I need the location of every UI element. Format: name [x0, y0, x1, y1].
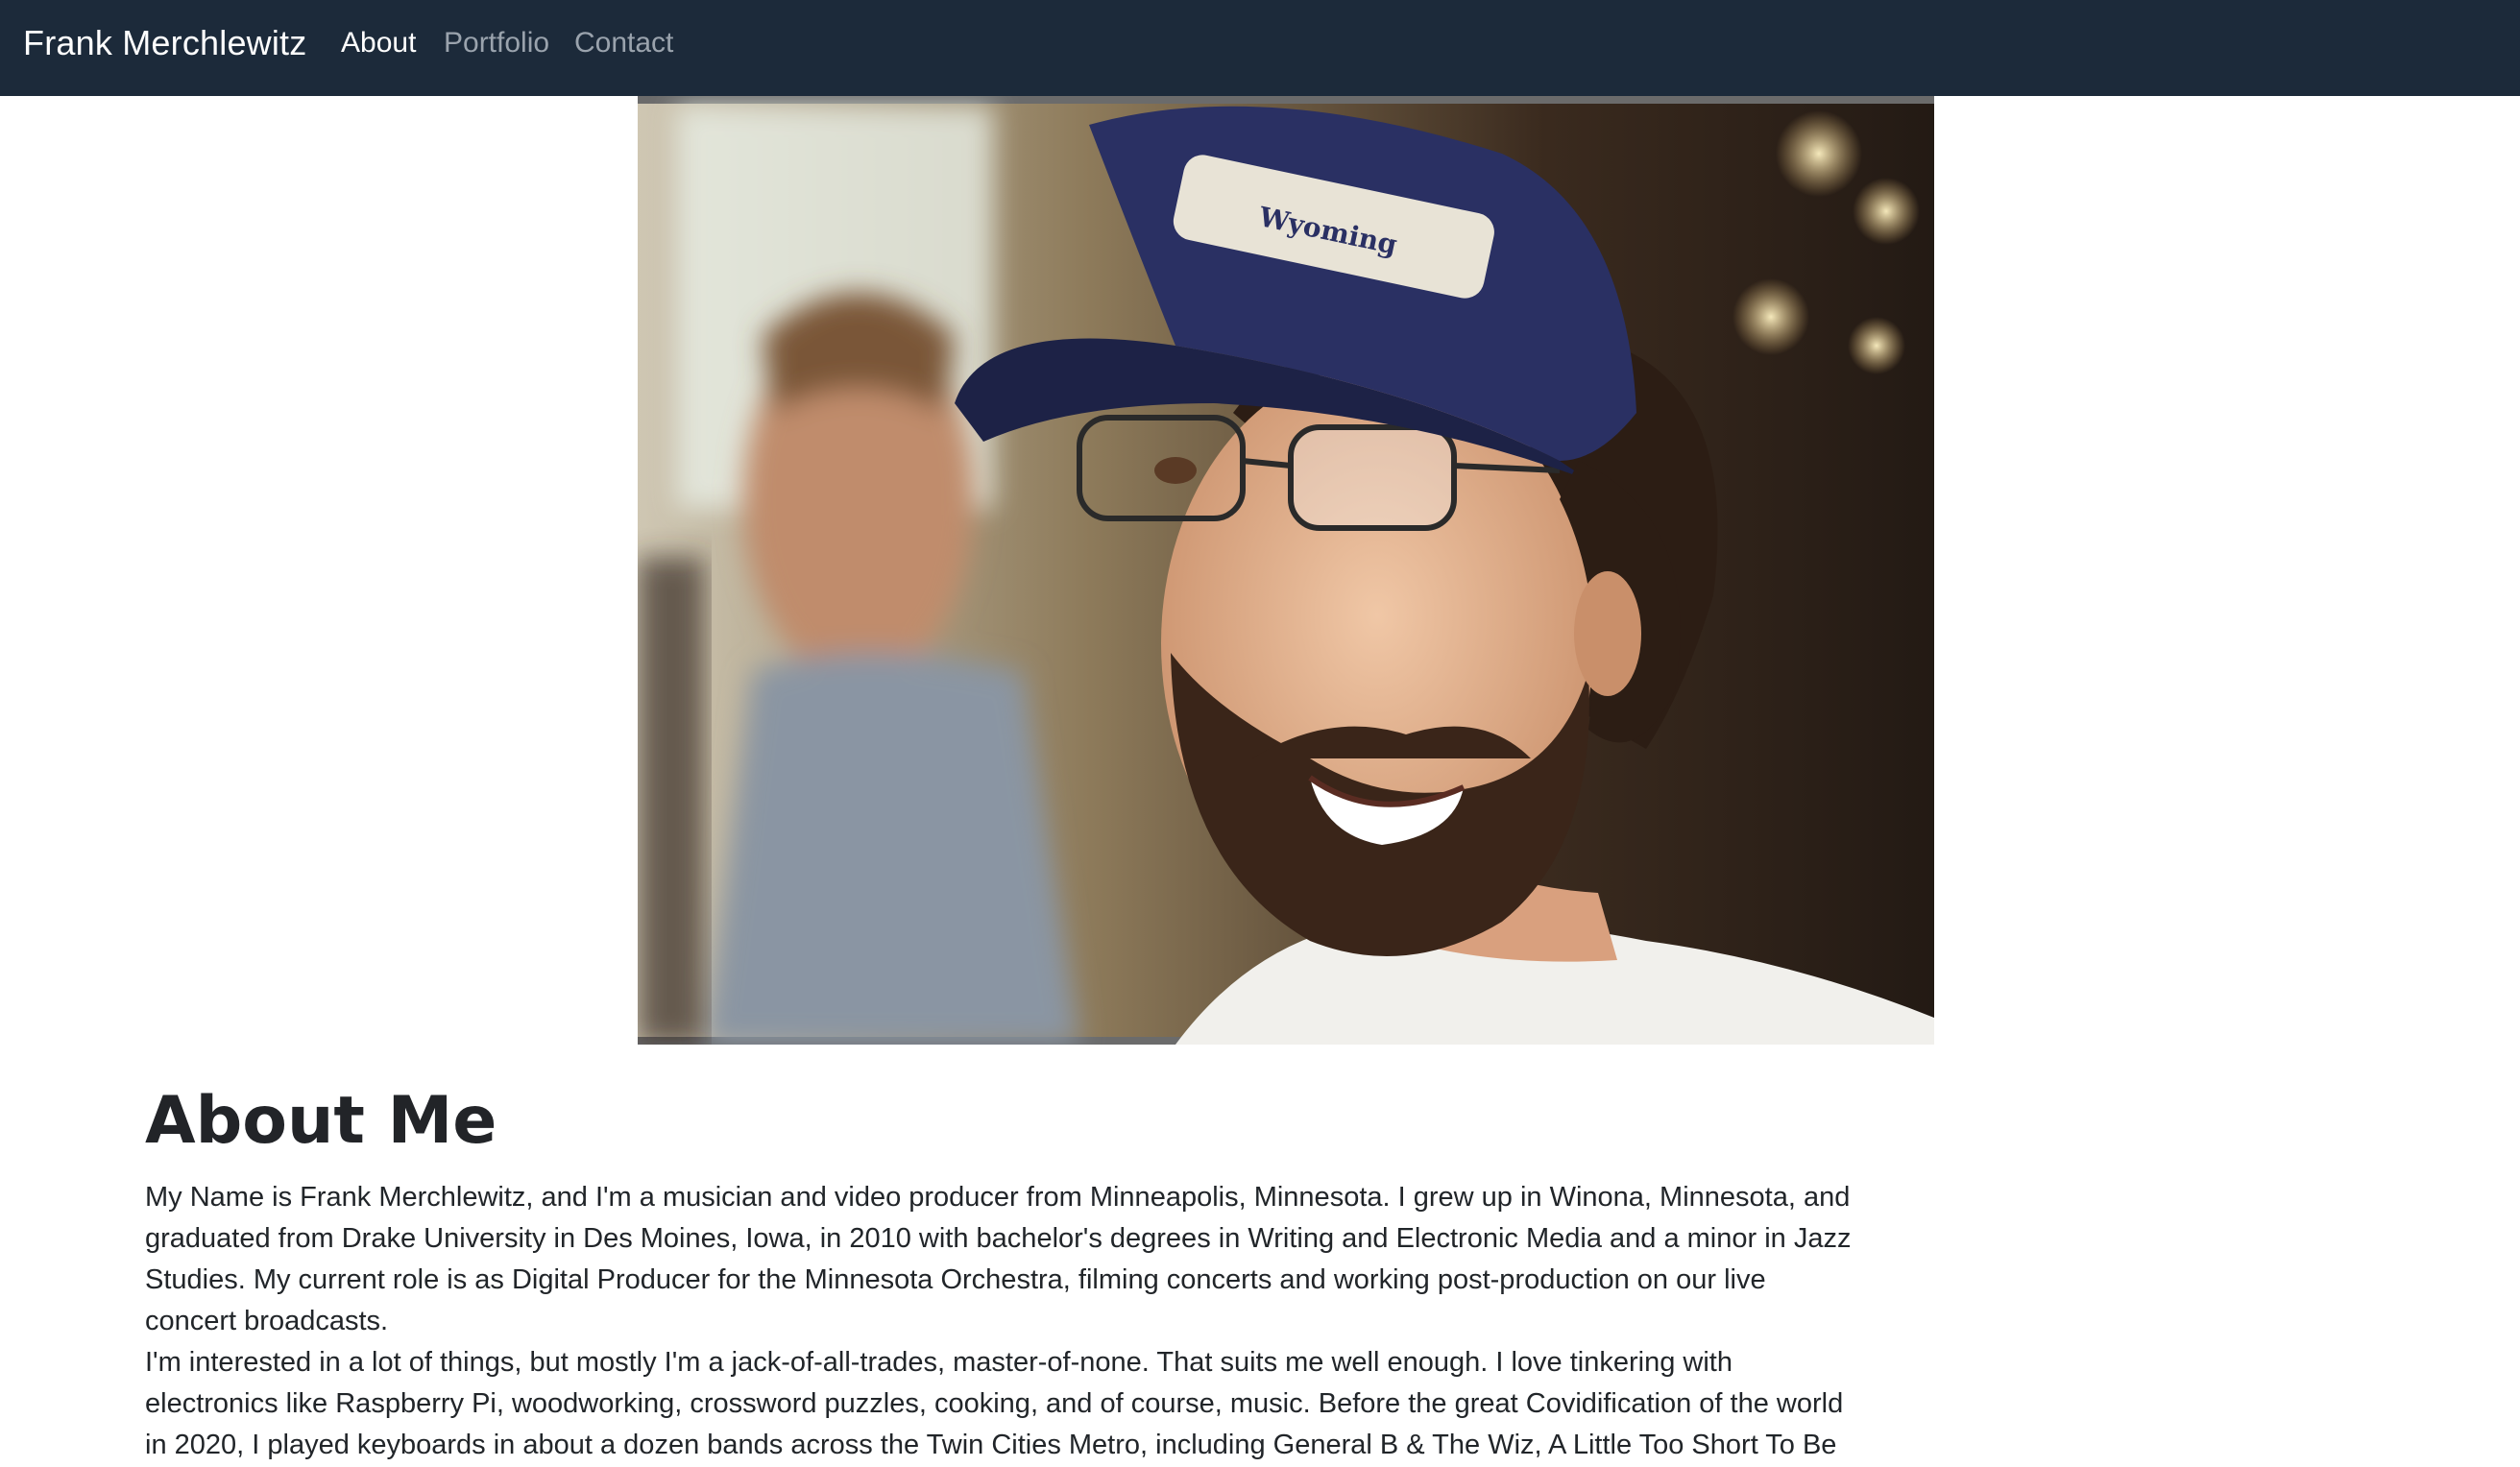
hero-portrait-image: Wyoming: [638, 96, 1934, 1045]
page-title: About Me: [145, 1083, 497, 1159]
about-paragraph-1: My Name is Frank Merchlewitz, and I'm a …: [145, 1182, 1852, 1336]
navbar: Frank Merchlewitz About Portfolio Contac…: [0, 0, 2520, 96]
nav-link-contact[interactable]: Contact: [574, 27, 673, 60]
nav-link-about[interactable]: About: [341, 27, 416, 60]
nav-link-portfolio[interactable]: Portfolio: [444, 27, 549, 60]
about-paragraph-2: I'm interested in a lot of things, but m…: [145, 1347, 1844, 1460]
brand-link[interactable]: Frank Merchlewitz: [23, 23, 306, 63]
about-section: About Me My Name is Frank Merchlewitz, a…: [145, 1075, 1854, 1466]
